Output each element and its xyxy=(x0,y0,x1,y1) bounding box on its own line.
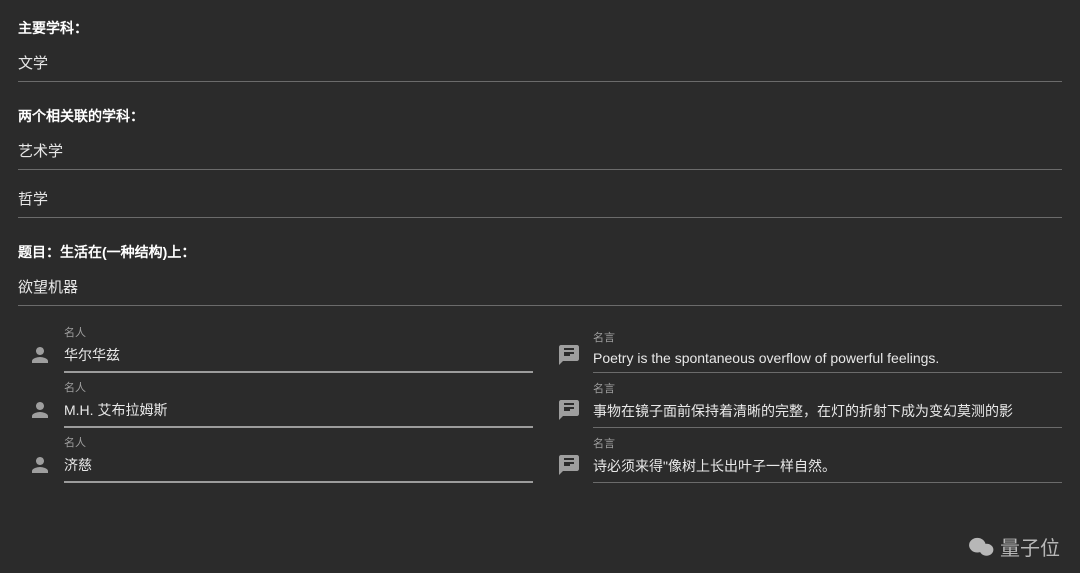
person-label: 名人 xyxy=(64,324,533,340)
topic-label: 题目：生活在(一种结构)上： xyxy=(18,242,1062,262)
person-field[interactable]: 济慈 xyxy=(64,455,533,483)
quote-icon xyxy=(557,343,581,367)
entry-row: 名人 M.H. 艾布拉姆斯 名言 事物在镜子面前保持着清晰的完整，在灯的折射下成… xyxy=(18,379,1062,428)
related-subjects-label: 两个相关联的学科： xyxy=(18,106,1062,126)
person-label: 名人 xyxy=(64,379,533,395)
quote-label: 名言 xyxy=(593,435,1062,451)
entry-row: 名人 华尔华兹 名言 Poetry is the spontaneous ove… xyxy=(18,324,1062,373)
main-subject-label: 主要学科： xyxy=(18,18,1062,38)
quote-field[interactable]: Poetry is the spontaneous overflow of po… xyxy=(593,350,1062,373)
person-label: 名人 xyxy=(64,434,533,450)
quote-field[interactable]: 诗必须来得"像树上长出叶子一样自然。 xyxy=(593,456,1062,483)
person-field[interactable]: M.H. 艾布拉姆斯 xyxy=(64,400,533,428)
watermark-text: 量子位 xyxy=(1000,532,1060,561)
quote-icon xyxy=(557,453,581,477)
quote-icon xyxy=(557,398,581,422)
topic-field[interactable]: 欲望机器 xyxy=(18,276,1062,306)
related-subject-field-0[interactable]: 艺术学 xyxy=(18,140,1062,170)
person-field[interactable]: 华尔华兹 xyxy=(64,345,533,373)
quote-label: 名言 xyxy=(593,329,1062,345)
related-subject-field-1[interactable]: 哲学 xyxy=(18,188,1062,218)
quote-label: 名言 xyxy=(593,380,1062,396)
wechat-icon xyxy=(968,536,994,558)
main-subject-field[interactable]: 文学 xyxy=(18,52,1062,82)
person-icon xyxy=(28,398,52,422)
person-icon xyxy=(28,453,52,477)
quote-field[interactable]: 事物在镜子面前保持着清晰的完整，在灯的折射下成为变幻莫测的影 xyxy=(593,401,1062,428)
person-icon xyxy=(28,343,52,367)
entry-row: 名人 济慈 名言 诗必须来得"像树上长出叶子一样自然。 xyxy=(18,434,1062,483)
watermark: 量子位 xyxy=(968,532,1060,561)
